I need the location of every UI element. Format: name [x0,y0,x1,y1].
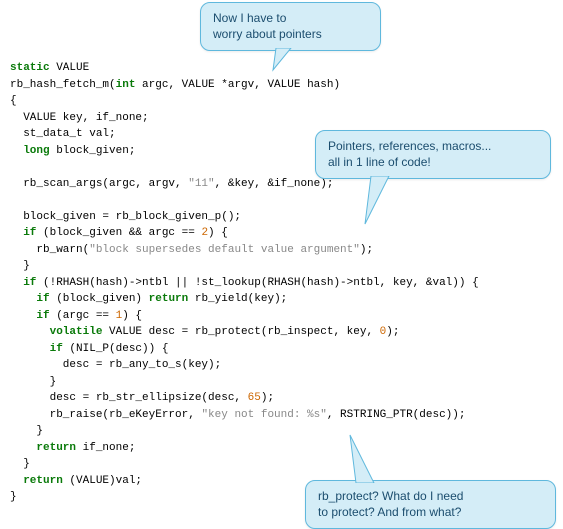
callout-macros: Pointers, references, macros... all in 1… [315,130,551,179]
callout-text: all in 1 line of code! [328,155,431,169]
keyword-return: return [36,442,76,454]
callout-tail-icon [346,433,396,483]
keyword-if: if [50,343,63,355]
keyword-if: if [23,277,36,289]
callout-tail-icon [271,48,311,72]
keyword-static: static [10,62,50,74]
callout-pointers: Now I have to worry about pointers [200,2,381,51]
callout-text: Now I have to [213,11,286,25]
keyword-return: return [149,293,189,305]
keyword-return: return [23,475,63,487]
callout-text: rb_protect? What do I need [318,489,463,503]
callout-text: to protect? And from what? [318,505,461,519]
keyword-if: if [36,293,49,305]
keyword-long: long [23,145,49,157]
keyword-if: if [23,227,36,239]
keyword-volatile: volatile [50,326,103,338]
keyword-int: int [116,79,136,91]
callout-text: Pointers, references, macros... [328,139,491,153]
keyword-if: if [36,310,49,322]
code-block: static VALUE rb_hash_fetch_m(int argc, V… [10,60,553,506]
callout-text: worry about pointers [213,27,322,41]
callout-tail-icon [361,176,411,226]
callout-rbprotect: rb_protect? What do I need to protect? A… [305,480,556,529]
